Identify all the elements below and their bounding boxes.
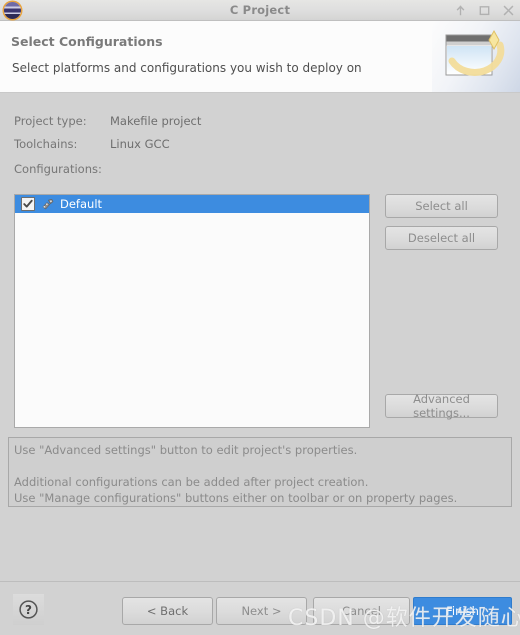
svg-text:?: ?	[25, 603, 32, 617]
list-item[interactable]: Default	[15, 195, 369, 213]
select-all-button[interactable]: Select all	[385, 194, 498, 218]
cancel-button[interactable]: Cancel	[313, 597, 410, 625]
wizard-footer: ? < Back Next > Cancel Finish	[0, 581, 520, 635]
toolchains-label: Toolchains:	[14, 137, 78, 151]
list-item-label: Default	[60, 197, 103, 211]
wizard-body: Project type: Makefile project Toolchain…	[0, 93, 520, 581]
arrow-up-icon[interactable]	[455, 5, 466, 16]
configurations-label: Configurations:	[14, 162, 102, 176]
square-icon[interactable]	[479, 5, 490, 16]
wizard-window-sparkle-icon	[432, 21, 520, 92]
project-type-label: Project type:	[14, 114, 87, 128]
info-line-3: Additional configurations can be added a…	[14, 475, 369, 489]
next-button[interactable]: Next >	[216, 597, 307, 625]
info-text-box: Use "Advanced settings" button to edit p…	[8, 437, 512, 507]
configuration-gear-icon	[40, 197, 55, 211]
help-button[interactable]: ?	[13, 594, 44, 625]
configuration-checkbox[interactable]	[21, 197, 35, 211]
finish-button[interactable]: Finish	[413, 597, 512, 625]
page-title: Select Configurations	[11, 34, 163, 49]
window-titlebar[interactable]: C Project	[0, 0, 520, 21]
help-circle-icon: ?	[19, 600, 38, 619]
toolchains-value: Linux GCC	[110, 137, 170, 151]
info-line-1: Use "Advanced settings" button to edit p…	[14, 443, 358, 457]
info-line-4: Use "Manage configurations" buttons eith…	[14, 491, 458, 505]
project-type-value: Makefile project	[110, 114, 202, 128]
info-line-spacer	[14, 458, 506, 474]
close-x-icon[interactable]	[503, 5, 514, 16]
configurations-list[interactable]: Default	[14, 194, 370, 428]
c-project-wizard-dialog: C Project Select Configurations Select p…	[0, 0, 520, 635]
window-controls	[455, 0, 514, 21]
wizard-header: Select Configurations Select platforms a…	[0, 21, 520, 93]
window-title: C Project	[229, 3, 291, 17]
page-subtitle: Select platforms and configurations you …	[12, 61, 362, 75]
deselect-all-button[interactable]: Deselect all	[385, 226, 498, 250]
back-button[interactable]: < Back	[122, 597, 213, 625]
advanced-settings-button[interactable]: Advanced settings...	[385, 392, 498, 420]
